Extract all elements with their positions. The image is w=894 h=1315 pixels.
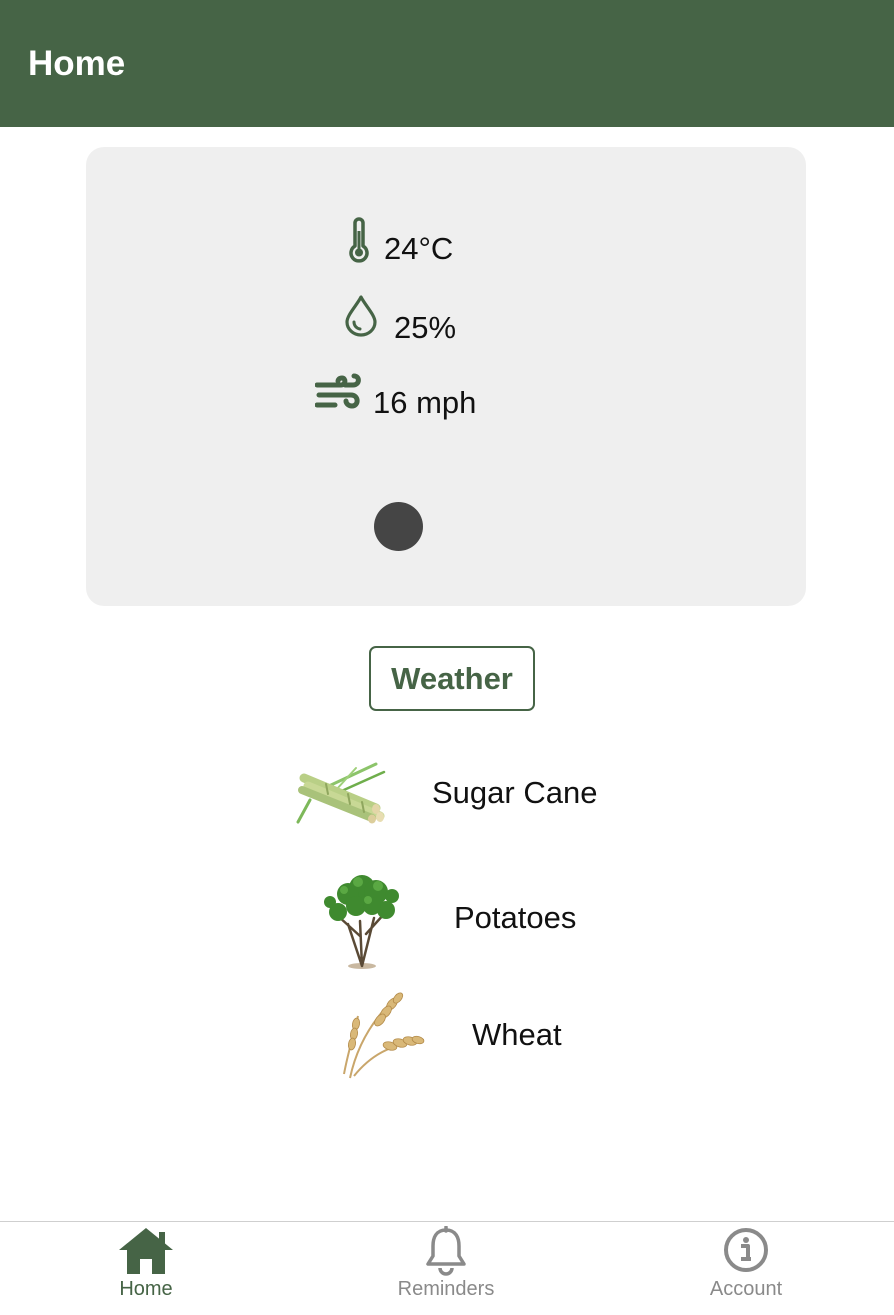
- crop-label: Potatoes: [454, 900, 577, 935]
- tab-home[interactable]: Home: [46, 1222, 246, 1315]
- wind-icon: [315, 373, 365, 413]
- humidity-value: 25%: [394, 310, 457, 345]
- tab-account[interactable]: Account: [646, 1222, 846, 1315]
- temperature-row: 24°C: [346, 217, 454, 266]
- temperature-value: 24°C: [384, 231, 454, 266]
- wind-speed-value: 16 mph: [373, 385, 477, 420]
- crop-item-sugar-cane[interactable]: Sugar Cane: [296, 760, 597, 826]
- app-root: Home 24°C 25% 16 mph Weather Sugar Cane …: [0, 0, 894, 1315]
- weather-button[interactable]: Weather: [369, 646, 535, 711]
- thermometer-icon: [346, 217, 372, 265]
- tab-home-label: Home: [119, 1278, 173, 1300]
- bottom-tab-bar: Home Reminders Account: [0, 1221, 894, 1315]
- sugar-cane-image: [296, 760, 386, 826]
- crop-label: Wheat: [472, 1017, 562, 1052]
- page-title: Home: [28, 44, 126, 83]
- humidity-row: 25%: [344, 294, 456, 345]
- tab-reminders[interactable]: Reminders: [346, 1222, 546, 1315]
- wind-row: 16 mph: [315, 373, 476, 420]
- crop-item-wheat[interactable]: Wheat: [330, 990, 562, 1080]
- water-drop-icon: [344, 294, 378, 338]
- tab-reminders-label: Reminders: [397, 1278, 495, 1300]
- app-header: Home: [0, 0, 894, 127]
- weather-card: 24°C 25% 16 mph: [86, 147, 806, 606]
- loading-indicator: [374, 502, 423, 551]
- wheat-image: [330, 990, 426, 1080]
- crop-item-potatoes[interactable]: Potatoes: [318, 866, 576, 970]
- crop-label: Sugar Cane: [432, 775, 598, 810]
- potato-plant-image: [318, 866, 406, 970]
- tab-account-label: Account: [709, 1278, 783, 1300]
